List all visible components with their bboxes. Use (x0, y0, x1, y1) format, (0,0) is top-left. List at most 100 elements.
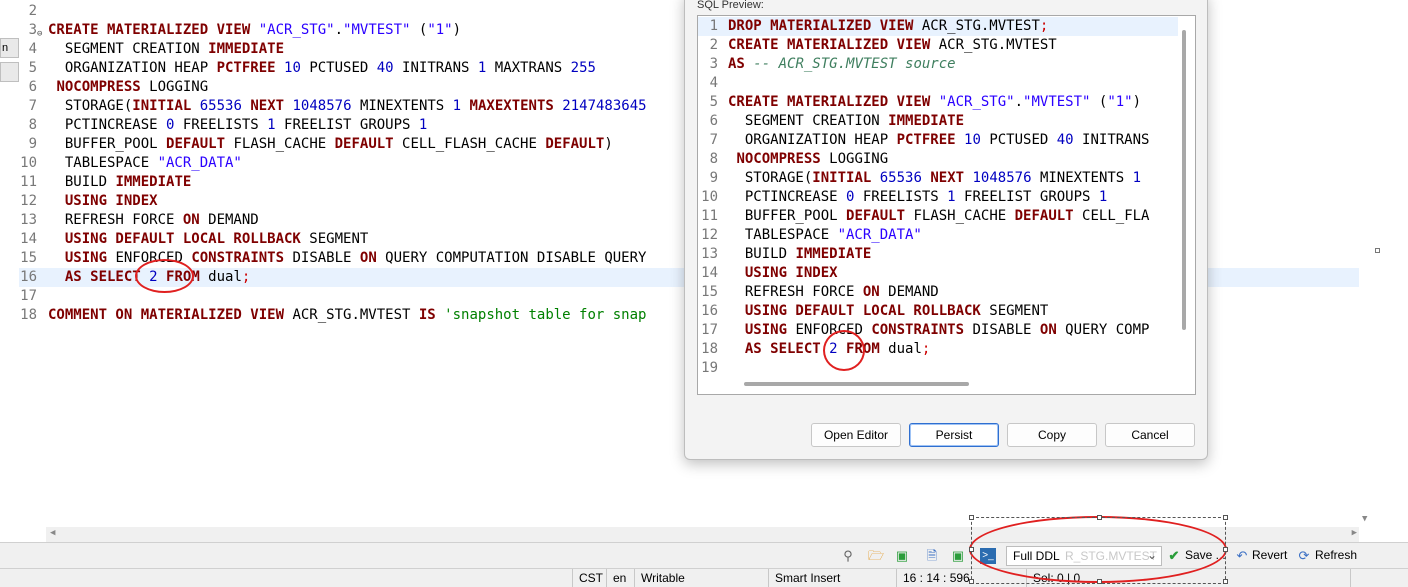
preview-line: 15 REFRESH FORCE ON DEMAND (698, 283, 1178, 302)
line-number: 5 (28, 60, 37, 76)
preview-line: 5 CREATE MATERIALIZED VIEW "ACR_STG"."MVT… (698, 93, 1178, 112)
code-text: USING ENFORCED CONSTRAINTS DISABLE ON QU… (64, 250, 647, 266)
line-number: 18 (701, 341, 718, 357)
annotation-circle-editor-select (135, 259, 194, 293)
cancel-button[interactable]: Cancel (1105, 423, 1195, 447)
line-number: 16 (20, 269, 37, 285)
selection-handle (1223, 515, 1228, 520)
code-text: BUFFER_POOL DEFAULT FLASH_CACHE DEFAULT … (48, 136, 613, 152)
sql-preview-text[interactable]: 19 18 AS SELECT 2 FROM dual; 17 USING ENFO… (697, 15, 1196, 395)
selection-handle (1097, 579, 1102, 584)
status-mode: Writable (634, 569, 768, 587)
line-number: 5 (709, 94, 718, 110)
preview-line: 2 CREATE MATERIALIZED VIEW ACR_STG.MVTEST (698, 36, 1178, 55)
line-number: 11 (20, 174, 37, 190)
line-number: 14 (20, 231, 37, 247)
line-number: 3 (28, 22, 37, 38)
code-text: BUFFER_POOL DEFAULT FLASH_CACHE DEFAULT … (728, 208, 1150, 224)
line-number: 6 (28, 79, 37, 95)
code-text: CREATE MATERIALIZED VIEW ACR_STG.MVTEST (728, 37, 1057, 53)
preview-line: 16 USING DEFAULT LOCAL ROLLBACK SEGMENT (698, 302, 1178, 321)
code-text: BUILD IMMEDIATE (728, 246, 872, 262)
line-number: 12 (701, 227, 718, 243)
preview-line: 7 ORGANIZATION HEAP PCTFREE 10 PCTUSED 4… (698, 131, 1178, 150)
selection-handle (969, 579, 974, 584)
code-text: NOCOMPRESS LOGGING (56, 79, 209, 95)
line-number: 2 (709, 37, 718, 53)
search-icon[interactable]: ⚲ (840, 548, 856, 564)
persist-button[interactable]: Persist (909, 423, 999, 447)
code-text: CREATE MATERIALIZED VIEW "ACR_STG"."MVTE… (728, 94, 1142, 110)
selection-handle (1223, 547, 1228, 552)
line-number: 13 (701, 246, 718, 262)
revert-button[interactable]: Revert (1252, 548, 1287, 562)
refresh-icon: ⟳ (1298, 548, 1310, 563)
line-number: 8 (709, 151, 718, 167)
line-number: 18 (20, 307, 37, 323)
line-number: 19 (701, 360, 718, 376)
status-locale: en (606, 569, 634, 587)
scroll-left-icon[interactable]: ◀ (50, 528, 55, 538)
line-number: 14 (701, 265, 718, 281)
preview-line: 18 AS SELECT 2 FROM dual; (698, 340, 1178, 359)
preview-line: 8 NOCOMPRESS LOGGING (698, 150, 1178, 169)
left-tab-label: n (2, 42, 9, 54)
fold-toggle-icon[interactable]: ⊖ (37, 29, 42, 39)
code-text: ORGANIZATION HEAP PCTFREE 10 PCTUSED 40 … (48, 60, 596, 76)
refresh-button[interactable]: Refresh (1315, 548, 1357, 562)
preview-line: 13 BUILD IMMEDIATE (698, 245, 1178, 264)
code-text: PCTINCREASE 0 FREELISTS 1 FREELIST GROUP… (48, 117, 428, 133)
code-text: CREATE MATERIALIZED VIEW "ACR_STG"."MVTE… (48, 22, 462, 38)
selection-handle (1223, 579, 1228, 584)
disk-icon[interactable]: ▣ (950, 548, 966, 564)
line-number: 11 (701, 208, 718, 224)
code-text: USING INDEX (744, 265, 838, 281)
preview-line: 9 STORAGE(INITIAL 65536 NEXT 1048576 MIN… (698, 169, 1178, 188)
scroll-right-icon[interactable]: ▶ (1352, 528, 1357, 538)
code-text: USING ENFORCED CONSTRAINTS DISABLE ON QU… (744, 322, 1150, 338)
code-text: BUILD IMMEDIATE (48, 174, 192, 190)
line-number: 4 (28, 41, 37, 57)
save-file-icon[interactable]: ▣ (894, 548, 910, 564)
editor-vertical-scrollbar[interactable]: ▼ (1359, 0, 1375, 528)
left-tab-2[interactable] (0, 62, 19, 82)
line-number: 8 (28, 117, 37, 133)
code-text: AS -- ACR_STG.MVTEST source (728, 56, 956, 72)
copy-button[interactable]: Copy (1007, 423, 1097, 447)
code-text: REFRESH FORCE ON DEMAND (48, 212, 259, 228)
revert-icon: ↶ (1236, 548, 1248, 563)
code-text: TABLESPACE "ACR_DATA" (48, 155, 242, 171)
code-text: PCTINCREASE 0 FREELISTS 1 FREELIST GROUP… (728, 189, 1108, 205)
scroll-down-icon[interactable]: ▼ (1362, 514, 1367, 524)
preview-line: 12 TABLESPACE "ACR_DATA" (698, 226, 1178, 245)
code-text: TABLESPACE "ACR_DATA" (728, 227, 922, 243)
line-number: 1 (709, 18, 718, 34)
code-text: STORAGE(INITIAL 65536 NEXT 1048576 MINEX… (728, 170, 1142, 186)
line-number: 9 (709, 170, 718, 186)
preview-line: 1 DROP MATERIALIZED VIEW ACR_STG.MVTEST; (698, 17, 1178, 36)
export-icon[interactable]: 🗎 (924, 548, 940, 564)
open-editor-button[interactable]: Open Editor (811, 423, 901, 447)
splitter-handle[interactable] (1375, 248, 1380, 253)
preview-line: 6 SEGMENT CREATION IMMEDIATE (698, 112, 1178, 131)
line-number: 7 (28, 98, 37, 114)
line-number: 16 (701, 303, 718, 319)
selection-box (971, 517, 1226, 584)
line-number: 17 (701, 322, 718, 338)
preview-vertical-scrollbar[interactable] (1182, 30, 1186, 330)
open-folder-icon[interactable]: 🗁 (868, 548, 884, 564)
preview-horizontal-scrollbar[interactable] (744, 382, 969, 386)
line-number: 12 (20, 193, 37, 209)
code-text: DROP MATERIALIZED VIEW ACR_STG.MVTEST; (728, 18, 1049, 34)
status-timezone: CST (572, 569, 606, 587)
code-text: ORGANIZATION HEAP PCTFREE 10 PCTUSED 40 … (728, 132, 1150, 148)
selection-handle (1097, 515, 1102, 520)
line-number: 4 (709, 75, 718, 91)
code-text: USING INDEX (64, 193, 158, 209)
code-text: SEGMENT CREATION IMMEDIATE (728, 113, 965, 129)
left-tab-1[interactable]: n (0, 38, 19, 58)
preview-line: 10 PCTINCREASE 0 FREELISTS 1 FREELIST GR… (698, 188, 1178, 207)
code-text: COMMENT ON MATERIALIZED VIEW ACR_STG.MVT… (48, 307, 647, 323)
line-number: 9 (28, 136, 37, 152)
sql-preview-label: SQL Preview: (697, 0, 764, 11)
